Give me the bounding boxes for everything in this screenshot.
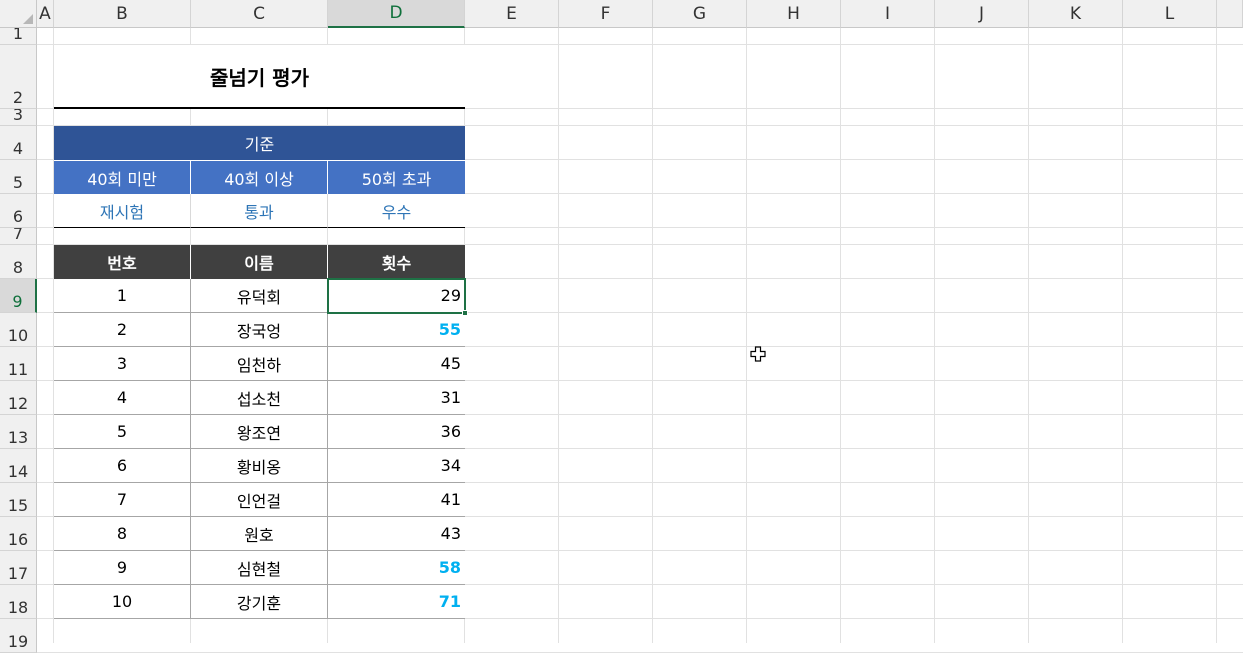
row-header-3[interactable]: 3 — [0, 109, 37, 126]
table-row-number: 9 — [54, 551, 191, 585]
column-header-i[interactable]: I — [841, 0, 935, 28]
column-header-b[interactable]: B — [54, 0, 191, 28]
criteria-threshold: 50회 초과 — [328, 160, 465, 194]
select-all-triangle-icon — [23, 14, 33, 24]
table-row-number: 10 — [54, 585, 191, 619]
table-row-count: 45 — [328, 347, 465, 381]
row-header-11[interactable]: 11 — [0, 347, 37, 381]
row-header-1[interactable]: 1 — [0, 28, 37, 45]
row-header-12[interactable]: 12 — [0, 381, 37, 415]
row-header-9[interactable]: 9 — [0, 279, 37, 313]
row-header-13[interactable]: 13 — [0, 415, 37, 449]
criteria-header: 기준 — [54, 126, 465, 160]
table-row-count: 31 — [328, 381, 465, 415]
column-header-e[interactable]: E — [465, 0, 559, 28]
table-row-number: 6 — [54, 449, 191, 483]
table-row-count: 36 — [328, 415, 465, 449]
table-row-number: 4 — [54, 381, 191, 415]
title-underline — [54, 107, 465, 109]
row-header-19[interactable]: 19 — [0, 619, 37, 653]
sheet-title: 줄넘기 평가 — [54, 45, 465, 109]
column-header-k[interactable]: K — [1029, 0, 1123, 28]
table-row-name: 임천하 — [191, 347, 328, 381]
table-row-number: 5 — [54, 415, 191, 449]
column-header-j[interactable]: J — [935, 0, 1029, 28]
column-header-l[interactable]: L — [1123, 0, 1217, 28]
table-row-name: 유덕회 — [191, 279, 328, 313]
row-header-8[interactable]: 8 — [0, 245, 37, 279]
row-header-4[interactable]: 4 — [0, 126, 37, 160]
selected-cell-border[interactable] — [327, 278, 466, 314]
criteria-result: 재시험 — [54, 194, 191, 228]
table-row-count: 71 — [328, 585, 465, 619]
cell-select-cross-icon — [750, 346, 766, 362]
column-header-f[interactable]: F — [559, 0, 653, 28]
table-row-name: 섭소천 — [191, 381, 328, 415]
table-header-cell: 이름 — [191, 245, 328, 279]
table-row-name: 인언걸 — [191, 483, 328, 517]
table-row-number: 7 — [54, 483, 191, 517]
column-header-c[interactable]: C — [191, 0, 328, 28]
row-header-7[interactable]: 7 — [0, 228, 37, 245]
table-row-count: 43 — [328, 517, 465, 551]
column-header-g[interactable]: G — [653, 0, 747, 28]
table-row-number: 3 — [54, 347, 191, 381]
table-row-name: 원호 — [191, 517, 328, 551]
row-header-17[interactable]: 17 — [0, 551, 37, 585]
criteria-result: 우수 — [328, 194, 465, 228]
table-row-count: 34 — [328, 449, 465, 483]
criteria-threshold: 40회 이상 — [191, 160, 328, 194]
column-header-d[interactable]: D — [328, 0, 465, 28]
row-header-14[interactable]: 14 — [0, 449, 37, 483]
table-row-name: 강기훈 — [191, 585, 328, 619]
table-row-number: 2 — [54, 313, 191, 347]
criteria-threshold: 40회 미만 — [54, 160, 191, 194]
table-row-count: 41 — [328, 483, 465, 517]
table-row-name: 장국엉 — [191, 313, 328, 347]
table-row-number: 8 — [54, 517, 191, 551]
table-header-cell: 번호 — [54, 245, 191, 279]
row-header-6[interactable]: 6 — [0, 194, 37, 228]
table-row-count: 55 — [328, 313, 465, 347]
table-row-count: 58 — [328, 551, 465, 585]
select-all-corner[interactable] — [0, 0, 37, 28]
column-header-filler — [1217, 0, 1243, 28]
row-header-10[interactable]: 10 — [0, 313, 37, 347]
row-header-5[interactable]: 5 — [0, 160, 37, 194]
row-header-2[interactable]: 2 — [0, 45, 37, 109]
row-header-16[interactable]: 16 — [0, 517, 37, 551]
table-row-name: 심현철 — [191, 551, 328, 585]
table-row-name: 왕조연 — [191, 415, 328, 449]
criteria-result: 통과 — [191, 194, 328, 228]
fill-handle[interactable] — [462, 310, 468, 316]
column-header-a[interactable]: A — [37, 0, 54, 28]
row-header-15[interactable]: 15 — [0, 483, 37, 517]
row-header-18[interactable]: 18 — [0, 585, 37, 619]
table-header-cell: 횟수 — [328, 245, 465, 279]
column-header-h[interactable]: H — [747, 0, 841, 28]
table-row-name: 황비옹 — [191, 449, 328, 483]
table-row-number: 1 — [54, 279, 191, 313]
